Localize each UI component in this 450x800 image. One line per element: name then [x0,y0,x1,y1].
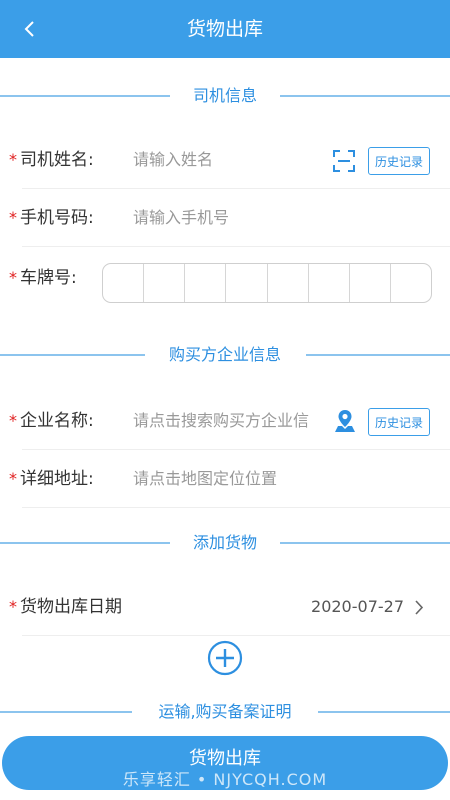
driver-history-button[interactable]: 历史记录 [368,147,430,175]
plate-cell[interactable] [309,264,350,302]
address-input[interactable]: 请点击地图定位位置 [133,450,277,508]
required-marker: * [9,597,17,616]
chevron-right-icon [415,600,424,615]
company-label: 企业名称: [20,411,94,431]
section-title: 司机信息 [172,86,277,105]
driver-name-input[interactable]: 请输入姓名 [133,131,213,189]
required-marker: * [9,469,17,488]
section-title: 运输,购买备案证明 [138,702,312,721]
section-title: 添加货物 [172,533,277,552]
row-divider [22,507,450,508]
phone-row: * 手机号码: 请输入手机号 [0,189,450,247]
plate-cell[interactable] [226,264,268,302]
section-certificate: 运输,购买备案证明 [0,700,450,724]
address-row: * 详细地址: 请点击地图定位位置 [0,450,450,508]
scan-icon[interactable] [333,150,355,172]
plus-circle-icon[interactable] [207,640,243,676]
section-title: 购买方企业信息 [148,345,301,364]
company-history-button[interactable]: 历史记录 [368,408,430,436]
plate-input[interactable] [102,263,432,303]
driver-name-label: 司机姓名: [20,150,94,170]
plate-cell[interactable] [103,264,145,302]
section-buyer-info: 购买方企业信息 [0,343,450,367]
plate-cell[interactable] [350,264,391,302]
plate-cell[interactable] [185,264,227,302]
row-divider [22,246,450,247]
address-label: 详细地址: [20,469,94,489]
section-driver-info: 司机信息 [0,84,450,108]
driver-name-row: * 司机姓名: 请输入姓名 历史记录 [0,131,450,189]
date-row[interactable]: * 货物出库日期 2020-07-27 [0,578,450,636]
plate-cell[interactable] [391,264,431,302]
phone-label: 手机号码: [20,208,94,228]
phone-input[interactable]: 请输入手机号 [133,189,229,247]
plate-cell[interactable] [268,264,309,302]
row-divider [22,635,450,636]
required-marker: * [9,208,17,227]
date-label: 货物出库日期 [20,597,122,617]
required-marker: * [9,150,17,169]
required-marker: * [9,411,17,430]
company-search-input[interactable]: 请点击搜索购买方企业信 [133,392,325,450]
company-row: * 企业名称: 请点击搜索购买方企业信 历史记录 [0,392,450,450]
plate-cell[interactable] [144,264,186,302]
page-title: 货物出库 [186,18,263,40]
section-add-goods: 添加货物 [0,531,450,555]
plate-label: 车牌号: [20,268,77,288]
app-bar: 货物出库 [0,0,450,58]
watermark: 乐享轻汇 • NJYCQH.COM [122,770,328,789]
person-location-icon[interactable] [333,409,357,433]
date-value[interactable]: 2020-07-27 [311,578,404,636]
required-marker: * [9,268,17,287]
